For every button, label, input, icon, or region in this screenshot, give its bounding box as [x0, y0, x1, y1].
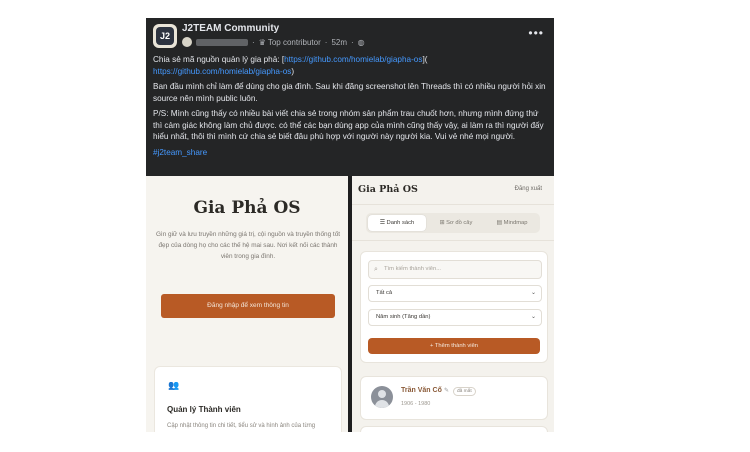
users-icon: 👥	[168, 380, 180, 390]
group-avatar[interactable]: J2	[153, 24, 177, 48]
screenshot-member-list[interactable]: Gia Phả OS Đăng xuất ☰ Danh sách ⊞ Sơ đồ…	[352, 176, 554, 432]
member-years: 1906 - 1980	[401, 401, 431, 407]
filter-panel: ⌕ Tìm kiếm thành viên... Tất cả ⌄ Năm si…	[360, 251, 548, 363]
post-paragraph-2: Ban đầu mình chỉ làm để dùng cho gia đìn…	[153, 82, 546, 103]
post-paragraph-3: P/S: Mình cũng thấy có nhiều bài viết ch…	[153, 109, 544, 141]
mindmap-icon: ▤	[496, 220, 502, 226]
app-title-small: Gia Phả OS	[358, 184, 418, 195]
post-body: Chia sẻ mã nguồn quản lý gia phả: [https…	[153, 54, 549, 162]
view-tabs: ☰ Danh sách ⊞ Sơ đồ cây ▤ Mindmap	[366, 213, 540, 233]
repo-link-1[interactable]: https://github.com/homielab/giapha-os	[284, 55, 422, 64]
add-member-button[interactable]: + Thêm thành viên	[368, 338, 540, 354]
repo-link-2[interactable]: https://github.com/homielab/giapha-os	[153, 67, 291, 76]
list-icon: ☰	[379, 220, 385, 226]
member-name: Trần Văn Cố	[401, 387, 442, 394]
badge-icon: ♛	[258, 37, 266, 47]
app-description: Gìn giữ và lưu truyền những giá trị, cội…	[155, 231, 341, 260]
search-icon: ⌕	[374, 266, 378, 273]
search-input[interactable]: ⌕ Tìm kiếm thành viên...	[368, 260, 542, 279]
section-divider	[352, 240, 554, 241]
hashtag[interactable]: #j2team_share	[153, 148, 207, 157]
chevron-down-icon: ⌄	[530, 290, 536, 296]
post-time[interactable]: 52m	[331, 38, 347, 47]
facebook-post: J2 J2TEAM Community · ♛ Top contributor …	[146, 18, 554, 432]
group-name[interactable]: J2TEAM Community	[182, 23, 279, 34]
chevron-down-icon: ⌄	[530, 314, 536, 320]
post-header: J2 J2TEAM Community · ♛ Top contributor …	[146, 18, 554, 54]
screenshot-login-page[interactable]: Gia Phả OS Gìn giữ và lưu truyền những g…	[146, 176, 348, 432]
tab-mindmap[interactable]: ▤ Mindmap	[486, 215, 538, 231]
feature-card-desc: Cập nhật thông tin chi tiết, tiểu sử và …	[167, 423, 316, 429]
post-meta: · ♛ Top contributor · 52m · ◍	[182, 37, 365, 47]
tree-icon: ⊞	[439, 220, 445, 226]
login-button[interactable]: Đăng nhập để xem thông tin	[161, 294, 335, 318]
member-card[interactable]: Trần Văn Cố ✎ đã mất 1906 - 1980	[360, 376, 548, 420]
header-divider	[352, 204, 554, 205]
member-avatar	[371, 386, 393, 408]
author-avatar[interactable]	[182, 37, 192, 47]
logout-link[interactable]: Đăng xuất	[515, 186, 542, 192]
member-card[interactable]	[360, 426, 548, 432]
tab-tree[interactable]: ⊞ Sơ đồ cây	[428, 215, 484, 231]
deceased-badge: đã mất	[453, 387, 476, 396]
more-dots-icon[interactable]: •••	[528, 26, 544, 40]
edit-icon[interactable]: ✎	[444, 387, 449, 394]
globe-icon: ◍	[357, 37, 365, 47]
feature-card: 👥 Quản lý Thành viên Cập nhật thông tin …	[154, 366, 342, 432]
sort-select[interactable]: Năm sinh (Tăng dần) ⌄	[368, 309, 542, 326]
screenshot-gallery[interactable]: Gia Phả OS Gìn giữ và lưu truyền những g…	[146, 176, 554, 432]
contributor-badge: ♛ Top contributor	[258, 37, 321, 47]
author-name-blurred[interactable]	[196, 38, 248, 46]
status-filter-select[interactable]: Tất cả ⌄	[368, 285, 542, 302]
feature-card-title: Quản lý Thành viên	[167, 405, 241, 414]
app-title: Gia Phả OS	[193, 198, 301, 218]
tab-list[interactable]: ☰ Danh sách	[368, 215, 426, 231]
